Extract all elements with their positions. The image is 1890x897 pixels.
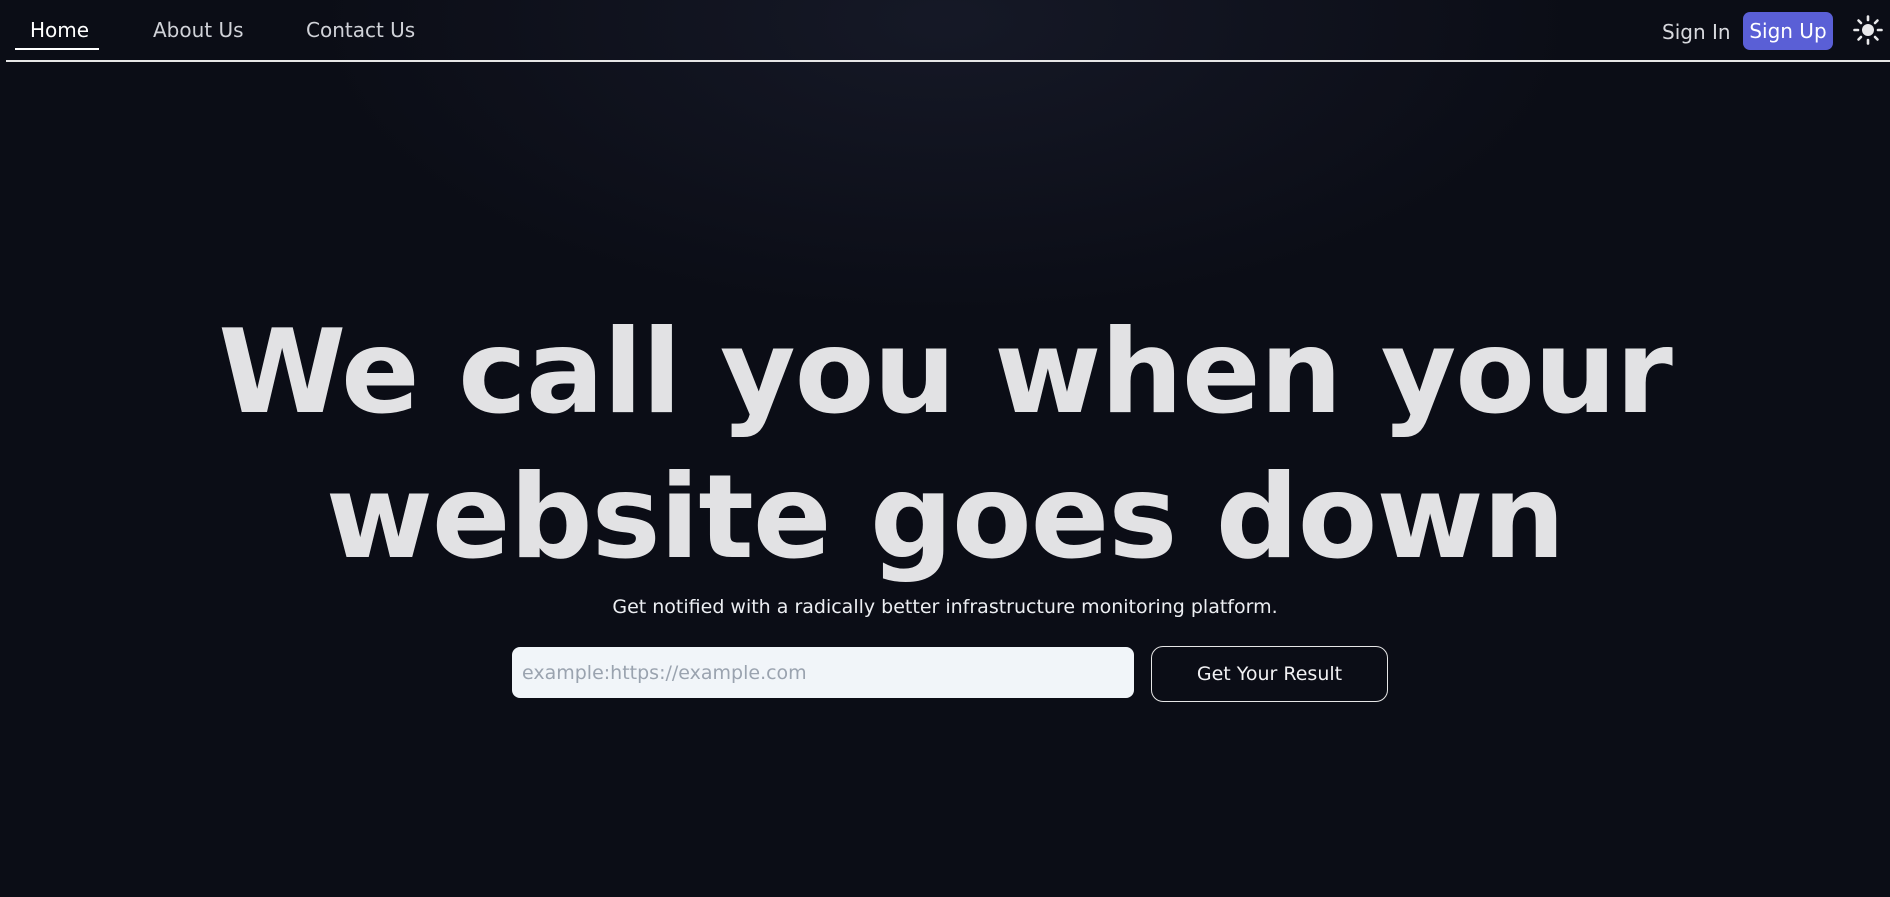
hero-title-line-2: website goes down bbox=[325, 450, 1565, 585]
hero-title-line-1: We call you when your bbox=[218, 305, 1673, 440]
website-url-input[interactable] bbox=[512, 647, 1134, 698]
get-result-button[interactable]: Get Your Result bbox=[1151, 646, 1388, 702]
sign-up-button[interactable]: Sign Up bbox=[1743, 12, 1833, 50]
active-tab-underline bbox=[15, 48, 99, 50]
sign-in-link[interactable]: Sign In bbox=[1662, 19, 1731, 45]
top-navbar: Home About Us Contact Us Sign In Sign Up bbox=[0, 0, 1890, 62]
landing-page: Home About Us Contact Us Sign In Sign Up bbox=[0, 0, 1890, 897]
sun-icon[interactable] bbox=[1853, 15, 1883, 45]
hero-subtitle: Get notified with a radically better inf… bbox=[612, 596, 1278, 618]
navbar-divider bbox=[6, 60, 1890, 62]
nav-link-about-us[interactable]: About Us bbox=[153, 17, 244, 43]
nav-link-home[interactable]: Home bbox=[30, 17, 89, 43]
hero-title: We call you when your website goes down bbox=[0, 300, 1890, 590]
nav-link-contact-us[interactable]: Contact Us bbox=[306, 17, 415, 43]
